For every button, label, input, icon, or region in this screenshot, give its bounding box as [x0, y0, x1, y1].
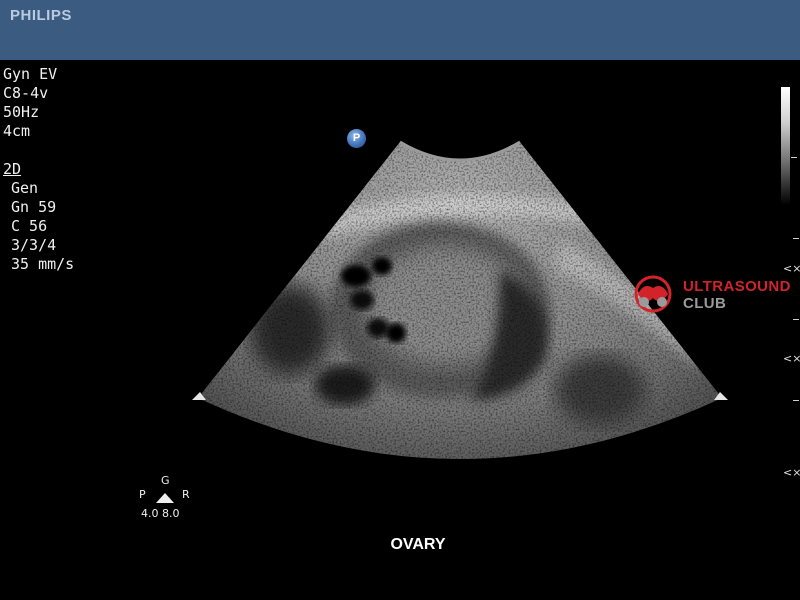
- orientation-right-label: R: [182, 488, 190, 501]
- watermark-logo: ULTRASOUND CLUB: [630, 272, 800, 316]
- ultrasound-club-logo-icon: [634, 275, 672, 313]
- orientation-scale-label: 4.0 8.0: [141, 507, 180, 520]
- probe-orientation-marker: P: [347, 129, 366, 148]
- scan-sector: [198, 142, 722, 459]
- depth-tick: [791, 157, 797, 158]
- depth-tick: [793, 400, 799, 401]
- orientation-triangle-icon: [156, 493, 174, 503]
- depth-tick: [793, 319, 799, 320]
- watermark-line-1: ULTRASOUND: [683, 278, 791, 295]
- focus-marker-icon: <×: [783, 466, 800, 479]
- depth-tick: [793, 238, 799, 239]
- watermark-line-2: CLUB: [683, 295, 727, 312]
- focus-marker-icon: <×: [783, 352, 800, 365]
- orientation-top-label: G: [161, 474, 170, 487]
- image-annotation: OVARY: [390, 536, 446, 553]
- orientation-left-label: P: [139, 488, 146, 501]
- orientation-indicator: G P R 4.0 8.0: [136, 474, 202, 522]
- grayscale-map-bar: [781, 87, 790, 205]
